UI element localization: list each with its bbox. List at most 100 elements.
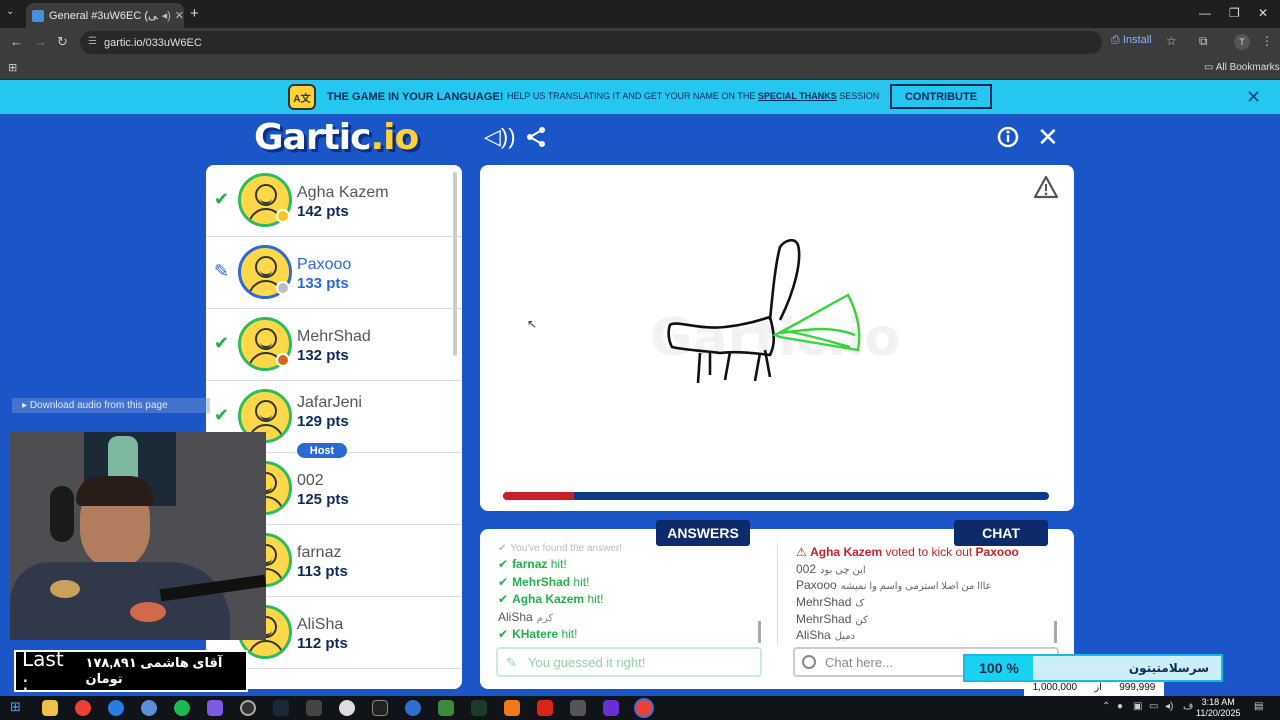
minimize-icon[interactable]: — bbox=[1199, 6, 1211, 20]
webcam-headset bbox=[50, 486, 74, 542]
player-row[interactable]: ✔ Agha Kazem 142 pts bbox=[206, 165, 462, 237]
address-bar[interactable]: ☰ gartic.io/033uW6EC bbox=[80, 31, 1102, 54]
player-row[interactable]: ✔ MehrShad 132 pts bbox=[206, 309, 462, 381]
app-icon-light[interactable] bbox=[141, 700, 157, 716]
obs-icon[interactable] bbox=[240, 700, 256, 716]
notifications-icon[interactable]: ▤ bbox=[1254, 701, 1263, 712]
tray-chevron-icon[interactable]: ⌃ bbox=[1102, 701, 1110, 712]
report-warning-icon[interactable] bbox=[1033, 175, 1059, 199]
hit-check-icon: ✔ bbox=[498, 592, 509, 606]
tab-audio-icon[interactable]: ◂) bbox=[162, 9, 171, 22]
start-icon[interactable]: ⊞ bbox=[10, 699, 21, 715]
chat-scrollbar[interactable] bbox=[1054, 621, 1057, 643]
answer-hit-label: hit! bbox=[561, 627, 578, 641]
tab-close-icon[interactable]: ✕ bbox=[175, 9, 184, 22]
chat-message: MehrShad ک bbox=[796, 595, 1056, 612]
player-points: 132 pts bbox=[297, 347, 349, 364]
file-explorer-icon[interactable] bbox=[42, 700, 58, 716]
exit-icon[interactable]: ✕ bbox=[1037, 122, 1059, 153]
answer-hit-name: Agha Kazem bbox=[512, 592, 585, 606]
download-audio-text: Download audio from this page bbox=[29, 400, 168, 411]
app-icon-orange[interactable] bbox=[504, 700, 520, 716]
answer-faded-text: You've found the answer! bbox=[510, 543, 623, 554]
info-icon[interactable] bbox=[997, 126, 1019, 148]
chat-message-author: 002 bbox=[796, 561, 817, 576]
answer-hit: ✔ Agha Kazem hit! bbox=[498, 592, 758, 610]
minecraft-icon[interactable] bbox=[438, 700, 454, 716]
share-icon[interactable] bbox=[525, 126, 547, 148]
answer-input[interactable]: ✎ You guessed it right! bbox=[496, 647, 762, 677]
spotify-icon[interactable] bbox=[174, 700, 190, 716]
app-icon-gray[interactable] bbox=[306, 700, 322, 716]
mouse-cursor-icon: ↖ bbox=[527, 317, 538, 331]
drawing-canvas[interactable]: Gartic.io bbox=[480, 165, 1074, 511]
tray-app-icon[interactable]: ▣ bbox=[1133, 701, 1142, 712]
chat-message-author: Paxooo bbox=[796, 578, 837, 593]
players-scrollbar[interactable] bbox=[453, 172, 457, 356]
chrome-icon[interactable] bbox=[75, 700, 91, 716]
player-row[interactable]: ✎ Paxooo 133 pts bbox=[206, 237, 462, 309]
site-info-icon[interactable]: ☰ bbox=[88, 36, 97, 47]
answer-hit-label: hit! bbox=[587, 592, 604, 606]
app-icon-white[interactable] bbox=[339, 700, 355, 716]
tab-search-icon[interactable]: ⌄ bbox=[6, 6, 14, 17]
browser-menu-icon[interactable]: ⋮ bbox=[1261, 34, 1273, 48]
back-icon[interactable]: ← bbox=[10, 34, 23, 49]
chrome-active-icon[interactable] bbox=[636, 700, 652, 716]
last-donation-overlay: Last : آقای هاشمی ۱۷۸,۸۹۱ تومان bbox=[14, 647, 248, 695]
all-bookmarks[interactable]: ▭ All Bookmarks bbox=[1204, 62, 1280, 73]
player-name: Paxooo bbox=[297, 256, 352, 273]
chat-message: MehrShad کن bbox=[796, 612, 1056, 629]
clock-time: 3:18 AM bbox=[1201, 697, 1235, 707]
restore-icon[interactable]: ❐ bbox=[1229, 6, 1240, 20]
special-thanks-link[interactable]: SPECIAL THANKS bbox=[758, 91, 837, 101]
player-points: 112 pts bbox=[297, 635, 348, 652]
round-timer-bar bbox=[503, 492, 1049, 500]
tray-network-icon[interactable]: ▭ bbox=[1149, 701, 1158, 712]
donation-goal-bar: 100 % سرسلامتیتون bbox=[963, 654, 1223, 682]
app-icon-r[interactable] bbox=[603, 700, 619, 716]
banner-close-icon[interactable]: ✕ bbox=[1246, 87, 1261, 108]
reload-icon[interactable]: ↻ bbox=[57, 34, 68, 50]
player-status-dot bbox=[276, 353, 290, 367]
profile-avatar[interactable]: T bbox=[1234, 34, 1250, 50]
player-name: farnaz bbox=[297, 544, 342, 561]
bookmark-star-icon[interactable]: ☆ bbox=[1166, 34, 1177, 48]
answer-guess-text: کرم bbox=[536, 612, 554, 624]
player-status-dot bbox=[276, 281, 290, 295]
tray-mic-icon[interactable]: ● bbox=[1117, 701, 1123, 712]
install-button[interactable]: ⎙ Install bbox=[1111, 34, 1152, 47]
extensions-icon[interactable]: ⧉ bbox=[1199, 34, 1208, 49]
sound-icon[interactable]: ◁)) bbox=[484, 124, 516, 150]
new-tab-icon[interactable]: + bbox=[190, 5, 199, 22]
player-name: 002 bbox=[297, 472, 324, 489]
player-name: MehrShad bbox=[297, 328, 371, 345]
goal-title: سرسلامتیتون bbox=[1128, 661, 1209, 675]
app-icon-purple[interactable] bbox=[207, 700, 223, 716]
apps-grid-icon[interactable]: ⊞ bbox=[8, 61, 17, 74]
taskbar-clock[interactable]: 3:18 AM 11/20/2025 bbox=[1196, 697, 1240, 719]
tray-volume-icon[interactable]: ◂) bbox=[1165, 701, 1173, 712]
window-close-icon[interactable]: ✕ bbox=[1258, 6, 1268, 20]
kick-target: Paxooo bbox=[975, 545, 1019, 559]
app-icon-monitor[interactable] bbox=[570, 700, 586, 716]
app-icon-dark[interactable] bbox=[471, 700, 487, 716]
chat-header: CHAT bbox=[954, 520, 1048, 546]
bookmarks-bar: ⊞ ▭ All Bookmarks bbox=[0, 56, 1280, 80]
steam-icon[interactable] bbox=[273, 700, 289, 716]
goal-separator: از bbox=[1094, 682, 1102, 693]
app-icon-blue[interactable] bbox=[108, 700, 124, 716]
chat-message-author: MehrShad bbox=[796, 611, 852, 626]
browser-tab[interactable]: General #3uW6EC (فارسی) ◂) ✕ bbox=[26, 3, 184, 28]
answers-scrollbar[interactable] bbox=[758, 621, 761, 643]
tray-language-icon[interactable]: ف bbox=[1183, 701, 1193, 712]
guessed-check-icon: ✔ bbox=[214, 405, 230, 425]
download-audio-bar[interactable]: ▸ Download audio from this page bbox=[12, 398, 210, 413]
forward-icon[interactable]: → bbox=[34, 34, 47, 49]
app-icon-teal[interactable] bbox=[405, 700, 421, 716]
player-points: 142 pts bbox=[297, 203, 349, 220]
contribute-button[interactable]: CONTRIBUTE bbox=[890, 84, 992, 109]
app-icon-red[interactable] bbox=[537, 700, 553, 716]
capcut-icon[interactable] bbox=[372, 700, 388, 716]
banner-text-pre: HELP US TRANSLATING IT AND GET YOUR NAME… bbox=[507, 91, 756, 101]
